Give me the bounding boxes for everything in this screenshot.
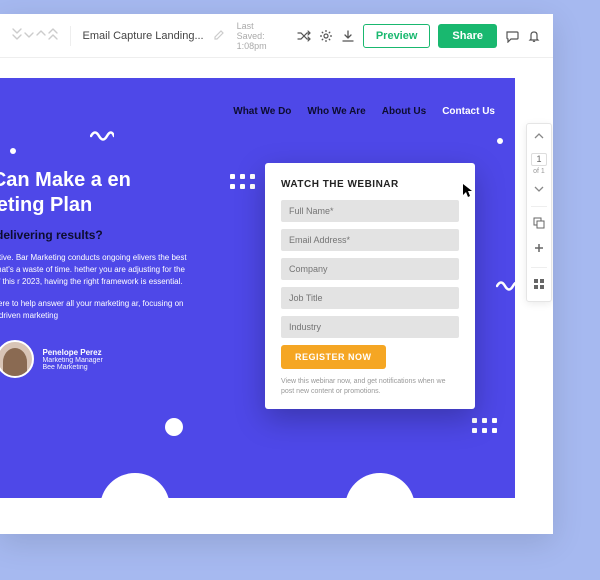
document-title[interactable]: Email Capture Landing... xyxy=(83,30,204,42)
redo-more-icon[interactable] xyxy=(48,27,58,45)
dot-decoration xyxy=(10,148,16,154)
nav-item[interactable]: Who We Are xyxy=(307,106,365,117)
speaker-company: Bee Marketing xyxy=(42,364,102,371)
nav-item[interactable]: About Us xyxy=(382,106,426,117)
settings-icon[interactable] xyxy=(319,27,333,45)
edit-title-icon[interactable] xyxy=(214,27,225,45)
nav-item[interactable]: What We Do xyxy=(233,106,291,117)
editor-window: Email Capture Landing... Last Saved: 1:0… xyxy=(0,14,553,534)
dot-decoration xyxy=(497,138,503,144)
nav-item-active[interactable]: Contact Us xyxy=(442,106,495,117)
speaker: Penelope Perez Marketing Manager Bee Mar… xyxy=(0,340,103,378)
preview-button[interactable]: Preview xyxy=(363,24,431,48)
page-nav: What We Do Who We Are About Us Contact U… xyxy=(233,106,495,117)
squiggle-icon xyxy=(90,128,114,147)
industry-field[interactable] xyxy=(281,316,459,338)
download-icon[interactable] xyxy=(341,27,355,45)
divider xyxy=(531,206,547,207)
cursor-icon xyxy=(463,184,473,198)
speakers-row: very eting Penelope Perez Marketing Mana… xyxy=(0,340,200,378)
topbar: Email Capture Landing... Last Saved: 1:0… xyxy=(0,14,553,58)
webinar-form: WATCH THE WEBINAR REGISTER NOW View this… xyxy=(265,163,475,409)
undo-icon[interactable] xyxy=(24,27,34,45)
landing-page[interactable]: ETING What We Do Who We Are About Us Con… xyxy=(0,78,515,498)
notifications-icon[interactable] xyxy=(527,27,541,45)
form-title: WATCH THE WEBINAR xyxy=(281,179,459,190)
shuffle-icon[interactable] xyxy=(297,27,311,45)
circle-decoration xyxy=(345,473,415,534)
company-field[interactable] xyxy=(281,258,459,280)
share-button[interactable]: Share xyxy=(438,24,497,48)
move-up-icon[interactable] xyxy=(534,132,544,143)
circle-decoration xyxy=(100,473,170,534)
speaker-name: Penelope Perez xyxy=(42,348,102,357)
full-name-field[interactable] xyxy=(281,200,459,222)
history-controls xyxy=(12,27,58,45)
dots-decoration xyxy=(230,174,255,189)
last-saved-label: Last Saved: 1:08pm xyxy=(237,21,281,51)
page-tools-sidebar: 1 of 1 xyxy=(526,123,552,302)
register-button[interactable]: REGISTER NOW xyxy=(281,345,386,369)
divider xyxy=(531,267,547,268)
hero-subhead: ng plan delivering results? xyxy=(0,228,200,242)
form-note: View this webinar now, and get notificat… xyxy=(281,377,459,397)
add-page-icon[interactable] xyxy=(533,242,545,257)
dots-decoration xyxy=(472,418,497,433)
job-title-field[interactable] xyxy=(281,287,459,309)
hero-paragraph: e Perez are here to help answer all your… xyxy=(0,298,200,322)
redo-icon[interactable] xyxy=(36,27,46,45)
hero-headline: You Can Make a en Marketing Plan xyxy=(0,168,200,218)
avatar xyxy=(0,340,34,378)
email-field[interactable] xyxy=(281,229,459,251)
hero-paragraph: never be reactive. Bar Marketing conduct… xyxy=(0,252,200,288)
undo-more-icon[interactable] xyxy=(12,27,22,45)
squiggle-icon xyxy=(496,278,520,297)
editor-canvas[interactable]: ETING What We Do Who We Are About Us Con… xyxy=(0,58,553,534)
page-number: 1 xyxy=(531,153,546,166)
move-down-icon[interactable] xyxy=(534,185,544,196)
dot-decoration xyxy=(165,418,183,436)
duplicate-icon[interactable] xyxy=(533,217,545,232)
hero-section: You Can Make a en Marketing Plan ng plan… xyxy=(0,168,200,378)
grid-view-icon[interactable] xyxy=(533,278,545,293)
divider xyxy=(70,26,71,46)
page-count: of 1 xyxy=(531,168,546,175)
chat-icon[interactable] xyxy=(505,27,519,45)
speaker-role: Marketing Manager xyxy=(42,357,102,364)
